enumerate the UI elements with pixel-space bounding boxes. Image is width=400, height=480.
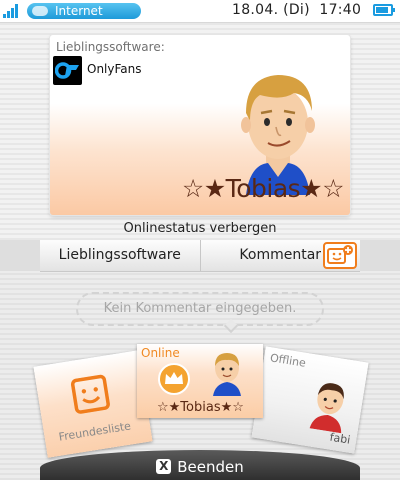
onlyfans-logo-icon[interactable] [53, 56, 82, 85]
end-button[interactable]: X Beenden [40, 450, 360, 480]
clock: 18.04. (Di) 17:40 [232, 2, 362, 18]
end-button-label: Beenden [177, 458, 244, 476]
friend-mii-avatar [309, 383, 344, 434]
status-bar: Internet 18.04. (Di) 17:40 [0, 0, 400, 23]
self-card-tobias[interactable]: Online ☆★Tobias★☆ [137, 344, 263, 418]
crown-icon [158, 363, 190, 395]
bottom-screen: Lieblingssoftware Kommentar Kein Komment… [0, 240, 400, 480]
favorite-software-label: Lieblingssoftware: [56, 40, 165, 54]
wifi-signal-icon [3, 3, 21, 18]
tab-bar-left-margin [0, 240, 40, 271]
friend-name: fabi [328, 430, 352, 447]
friend-list-label: Freundesliste [57, 419, 132, 444]
friend-list-card[interactable]: Freundesliste [33, 350, 153, 458]
online-status-label: Online [141, 346, 180, 360]
tab-bar-right-margin [360, 240, 400, 271]
tab-favorite-software[interactable]: Lieblingssoftware [40, 240, 201, 271]
self-name: ☆★Tobias★☆ [157, 400, 244, 415]
battery-icon [373, 4, 395, 16]
hide-online-status-label: Onlinestatus verbergen [123, 221, 277, 236]
offline-status-label: Offline [269, 351, 307, 370]
self-mii-avatar [213, 353, 241, 396]
friend-card-fabi[interactable]: Offline fabi [251, 346, 369, 454]
add-friend-icon [327, 245, 353, 264]
add-friend-button[interactable] [323, 242, 357, 269]
top-screen: Internet 18.04. (Di) 17:40 Lieblingssoft… [0, 0, 400, 240]
favorite-app-name: OnlyFans [87, 62, 142, 76]
profile-name: ☆★Tobias★☆ [181, 174, 345, 203]
tab-bar: Lieblingssoftware Kommentar [40, 240, 360, 272]
internet-status-pill: Internet [27, 3, 141, 19]
profile-card: Lieblingssoftware: OnlyFans ☆★Tobias★☆ [50, 35, 350, 215]
comment-bubble[interactable]: Kein Kommentar eingegeben. [76, 292, 324, 326]
x-button-icon: X [156, 458, 172, 474]
smiley-square-icon [70, 374, 110, 414]
